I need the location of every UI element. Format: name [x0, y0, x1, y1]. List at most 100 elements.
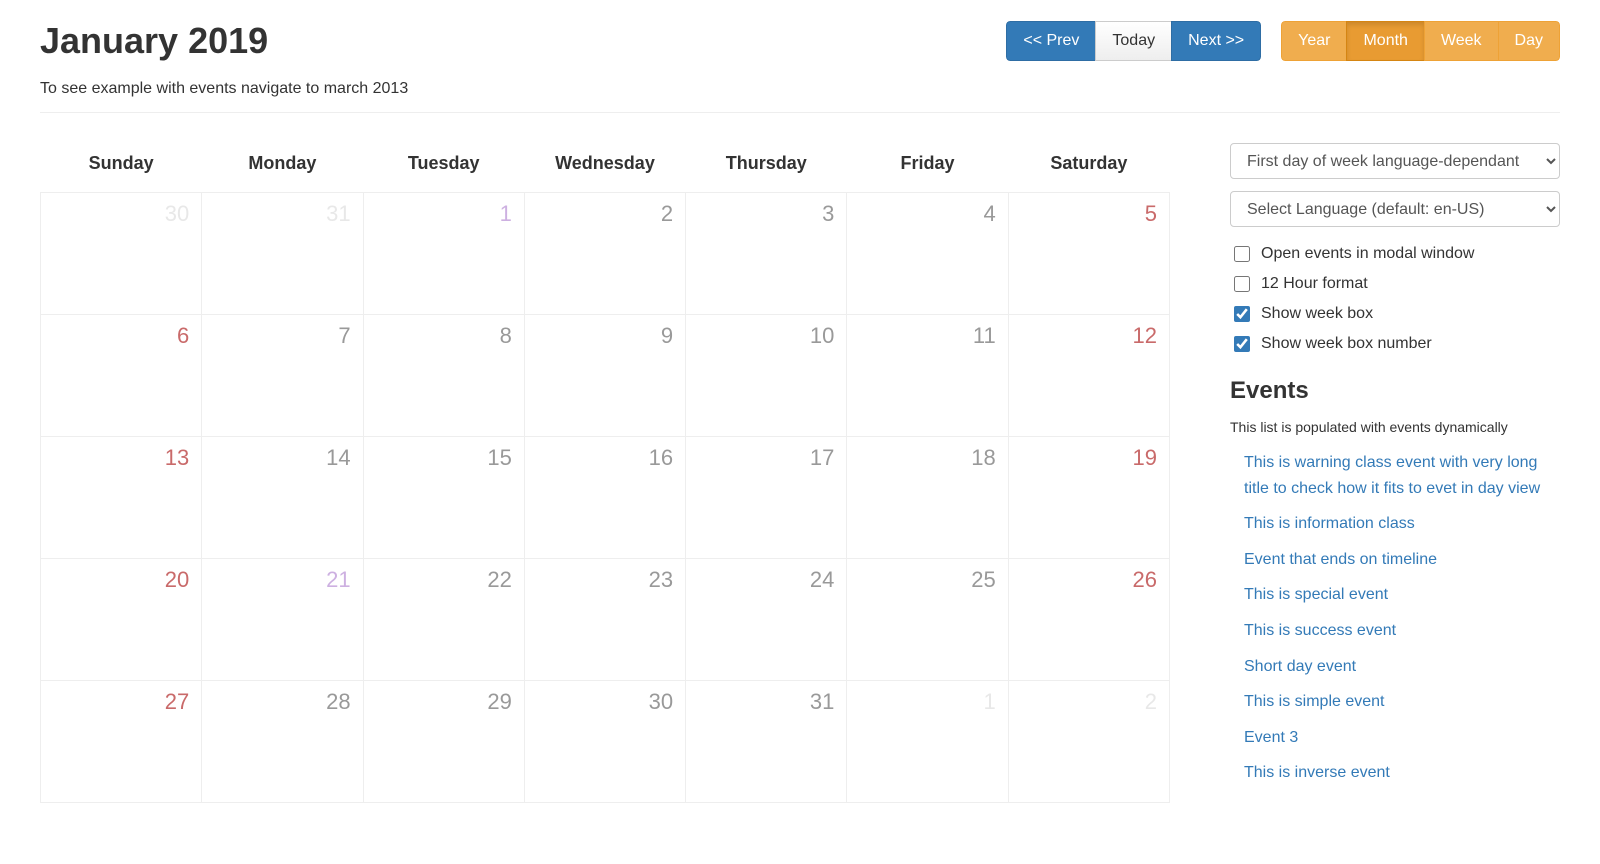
calendar-day-number: 1	[983, 689, 995, 714]
option-label: Show week box number	[1261, 335, 1432, 353]
calendar-day-number: 19	[1133, 445, 1157, 470]
event-item: This is inverse event	[1244, 755, 1560, 791]
calendar-day-header: Wednesday	[524, 143, 685, 193]
calendar-day-cell[interactable]: 23	[524, 559, 685, 681]
view-month-button[interactable]: Month	[1346, 21, 1424, 61]
calendar-day-cell[interactable]: 30	[41, 193, 202, 315]
calendar-day-number: 3	[822, 201, 834, 226]
calendar-day-cell[interactable]: 22	[363, 559, 524, 681]
option-label: Show week box	[1261, 305, 1373, 323]
calendar-day-cell[interactable]: 31	[686, 681, 847, 803]
calendar-day-cell[interactable]: 13	[41, 437, 202, 559]
option-checkbox[interactable]	[1234, 336, 1250, 352]
calendar-day-number: 8	[500, 323, 512, 348]
event-link[interactable]: Event that ends on timeline	[1244, 551, 1437, 568]
calendar-day-cell[interactable]: 28	[202, 681, 363, 803]
calendar-day-number: 1	[500, 201, 512, 226]
calendar-day-number: 9	[661, 323, 673, 348]
language-select[interactable]: Select Language (default: en-US)	[1230, 191, 1560, 227]
option-checkbox[interactable]	[1234, 246, 1250, 262]
events-heading: Events	[1230, 377, 1560, 405]
option-row[interactable]: Show week box number	[1230, 329, 1560, 359]
options-block: Open events in modal window 12 Hour forma…	[1230, 239, 1560, 359]
calendar-day-cell[interactable]: 31	[202, 193, 363, 315]
event-link[interactable]: This is success event	[1244, 622, 1396, 639]
option-label: 12 Hour format	[1261, 275, 1368, 293]
event-item: This is special event	[1244, 577, 1560, 613]
view-day-button[interactable]: Day	[1498, 21, 1560, 61]
main: SundayMondayTuesdayWednesdayThursdayFrid…	[40, 143, 1560, 803]
calendar-day-number: 24	[810, 567, 834, 592]
option-row[interactable]: Open events in modal window	[1230, 239, 1560, 269]
calendar-day-cell[interactable]: 7	[202, 315, 363, 437]
calendar-day-number: 31	[810, 689, 834, 714]
calendar-day-cell[interactable]: 30	[524, 681, 685, 803]
calendar-day-cell[interactable]: 12	[1008, 315, 1169, 437]
calendar-day-cell[interactable]: 21	[202, 559, 363, 681]
option-label: Open events in modal window	[1261, 245, 1474, 263]
calendar-day-header: Sunday	[41, 143, 202, 193]
option-checkbox[interactable]	[1234, 306, 1250, 322]
calendar: SundayMondayTuesdayWednesdayThursdayFrid…	[40, 143, 1170, 803]
event-link[interactable]: This is warning class event with very lo…	[1244, 454, 1540, 497]
sidebar: First day of week language-dependant Sel…	[1230, 143, 1560, 803]
event-item: This is information class	[1244, 506, 1560, 542]
option-checkbox[interactable]	[1234, 276, 1250, 292]
calendar-day-cell[interactable]: 2	[1008, 681, 1169, 803]
event-item: Event 3	[1244, 720, 1560, 756]
calendar-day-number: 30	[165, 201, 189, 226]
event-link[interactable]: This is simple event	[1244, 693, 1385, 710]
calendar-day-cell[interactable]: 4	[847, 193, 1008, 315]
calendar-day-cell[interactable]: 2	[524, 193, 685, 315]
calendar-table: SundayMondayTuesdayWednesdayThursdayFrid…	[40, 143, 1170, 803]
calendar-day-number: 28	[326, 689, 350, 714]
view-week-button[interactable]: Week	[1424, 21, 1499, 61]
calendar-day-number: 6	[177, 323, 189, 348]
calendar-day-cell[interactable]: 14	[202, 437, 363, 559]
calendar-day-cell[interactable]: 16	[524, 437, 685, 559]
event-link[interactable]: Short day event	[1244, 658, 1356, 675]
calendar-day-cell[interactable]: 19	[1008, 437, 1169, 559]
first-day-select[interactable]: First day of week language-dependant	[1230, 143, 1560, 179]
view-year-button[interactable]: Year	[1281, 21, 1347, 61]
calendar-day-cell[interactable]: 8	[363, 315, 524, 437]
events-note: This list is populated with events dynam…	[1230, 419, 1560, 435]
option-row[interactable]: 12 Hour format	[1230, 269, 1560, 299]
calendar-day-number: 14	[326, 445, 350, 470]
calendar-day-cell[interactable]: 18	[847, 437, 1008, 559]
calendar-day-cell[interactable]: 17	[686, 437, 847, 559]
event-link[interactable]: This is inverse event	[1244, 764, 1390, 781]
calendar-day-number: 2	[1145, 689, 1157, 714]
calendar-header-row: SundayMondayTuesdayWednesdayThursdayFrid…	[41, 143, 1170, 193]
calendar-day-cell[interactable]: 3	[686, 193, 847, 315]
calendar-day-number: 29	[487, 689, 511, 714]
next-button[interactable]: Next >>	[1171, 21, 1261, 61]
event-link[interactable]: Event 3	[1244, 729, 1298, 746]
calendar-day-number: 25	[971, 567, 995, 592]
calendar-day-cell[interactable]: 6	[41, 315, 202, 437]
prev-button[interactable]: << Prev	[1006, 21, 1096, 61]
calendar-day-cell[interactable]: 27	[41, 681, 202, 803]
calendar-day-cell[interactable]: 11	[847, 315, 1008, 437]
calendar-day-number: 21	[326, 567, 350, 592]
today-button[interactable]: Today	[1095, 21, 1172, 61]
calendar-day-cell[interactable]: 10	[686, 315, 847, 437]
calendar-day-cell[interactable]: 5	[1008, 193, 1169, 315]
events-list: This is warning class event with very lo…	[1230, 445, 1560, 791]
calendar-day-cell[interactable]: 20	[41, 559, 202, 681]
calendar-day-cell[interactable]: 15	[363, 437, 524, 559]
event-link[interactable]: This is information class	[1244, 515, 1415, 532]
calendar-day-number: 27	[165, 689, 189, 714]
calendar-day-cell[interactable]: 26	[1008, 559, 1169, 681]
calendar-day-cell[interactable]: 1	[363, 193, 524, 315]
calendar-day-cell[interactable]: 24	[686, 559, 847, 681]
calendar-day-cell[interactable]: 25	[847, 559, 1008, 681]
calendar-day-number: 18	[971, 445, 995, 470]
calendar-day-number: 15	[487, 445, 511, 470]
option-row[interactable]: Show week box	[1230, 299, 1560, 329]
event-link[interactable]: This is special event	[1244, 586, 1388, 603]
calendar-day-cell[interactable]: 9	[524, 315, 685, 437]
calendar-day-cell[interactable]: 29	[363, 681, 524, 803]
calendar-day-number: 30	[649, 689, 673, 714]
calendar-day-cell[interactable]: 1	[847, 681, 1008, 803]
